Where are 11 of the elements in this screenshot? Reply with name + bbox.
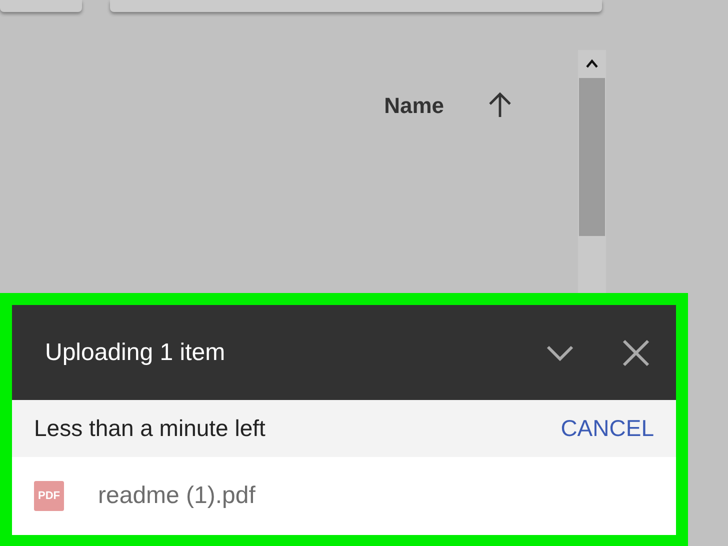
panel-title: Uploading 1 item (45, 338, 226, 366)
status-text: Less than a minute left (34, 415, 266, 442)
file-name: readme (1).pdf (98, 482, 256, 510)
pdf-file-icon: PDF (34, 481, 64, 511)
sort-arrow-icon[interactable] (488, 92, 512, 118)
scrollbar[interactable] (578, 50, 606, 293)
close-icon[interactable] (622, 338, 650, 366)
scroll-thumb[interactable] (579, 78, 605, 236)
name-column-header[interactable]: Name (384, 92, 444, 120)
cancel-button[interactable]: CANCEL (560, 415, 654, 442)
collapse-icon[interactable] (546, 344, 574, 362)
